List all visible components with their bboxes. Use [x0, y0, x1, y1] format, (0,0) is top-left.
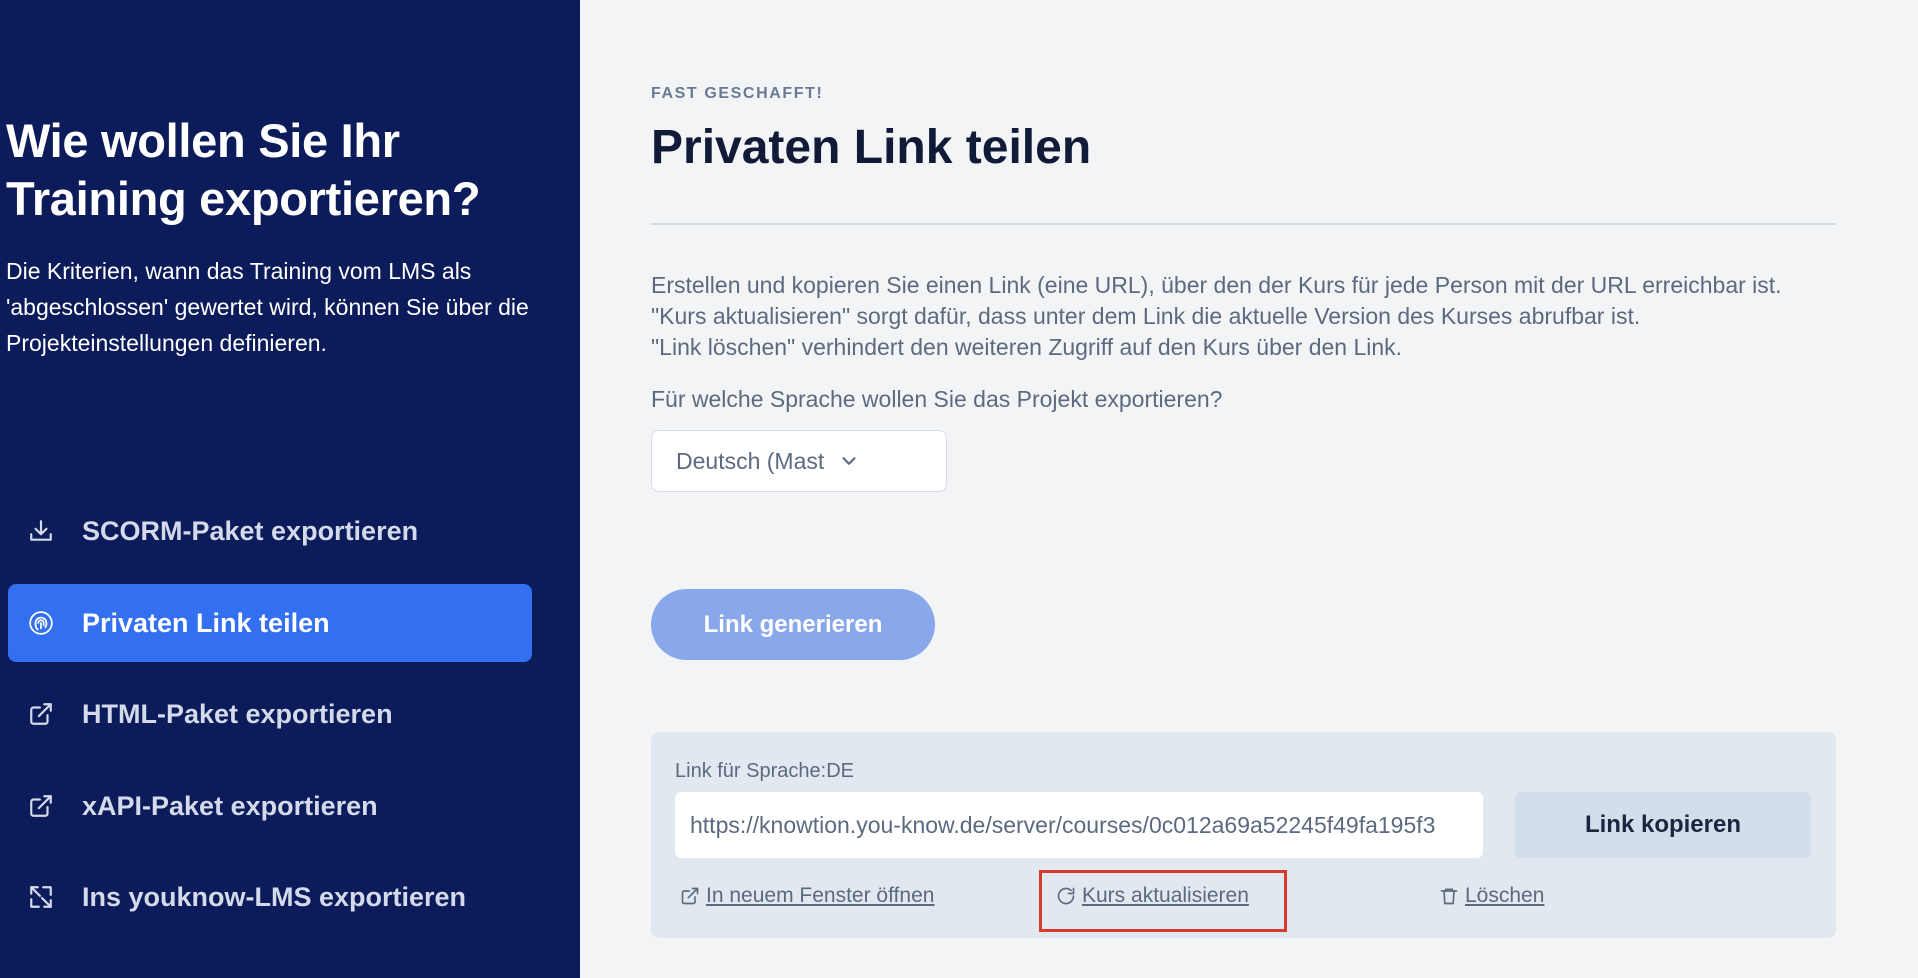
sidebar-item-html[interactable]: HTML-Paket exportieren [8, 675, 532, 753]
info-line: Erstellen und kopieren Sie einen Link (e… [651, 272, 1782, 298]
chevron-down-icon [842, 457, 856, 465]
external-link-icon [26, 699, 56, 729]
sidebar-title: Wie wollen Sie Ihr Training exportieren? [6, 114, 481, 225]
sidebar: Wie wollen Sie Ihr Training exportieren?… [0, 0, 580, 978]
info-text: Erstellen und kopieren Sie einen Link (e… [651, 270, 1831, 363]
generate-link-button[interactable]: Link generieren [651, 589, 935, 660]
sidebar-item-xapi[interactable]: xAPI-Paket exportieren [8, 767, 532, 845]
sidebar-item-label: Ins youknow-LMS exportieren [82, 881, 467, 912]
sidebar-item-label: Privaten Link teilen [82, 607, 330, 638]
divider [651, 223, 1836, 225]
sidebar-item-label: HTML-Paket exportieren [82, 698, 393, 729]
fingerprint-icon [26, 608, 56, 638]
copy-link-button[interactable]: Link kopieren [1515, 792, 1811, 858]
language-question: Für welche Sprache wollen Sie das Projek… [651, 386, 1223, 412]
external-link-icon [681, 887, 699, 905]
delete-label: Löschen [1465, 884, 1545, 907]
trash-icon [1440, 888, 1458, 905]
open-new-window-label: In neuem Fenster öffnen [706, 884, 935, 907]
download-icon [26, 516, 56, 546]
sidebar-item-label: xAPI-Paket exportieren [82, 790, 378, 821]
language-selected-value: Deutsch (Mast [676, 447, 825, 474]
sidebar-item-label: SCORM-Paket exportieren [82, 515, 419, 546]
eyebrow-label: FAST GESCHAFFT! [651, 85, 824, 102]
language-select[interactable]: Deutsch (Mast [651, 430, 947, 492]
page-title: Privaten Link teilen [651, 121, 1092, 174]
external-link-icon [26, 791, 56, 821]
info-line: "Link löschen" verhindert den weiteren Z… [651, 334, 1403, 360]
main-content: FAST GESCHAFFT! Privaten Link teilen Ers… [580, 0, 1918, 978]
link-url-field[interactable]: https://knowtion.you-know.de/server/cour… [675, 792, 1483, 858]
link-language-label: Link für Sprache:DE [675, 760, 854, 782]
open-new-window-link[interactable]: In neuem Fenster öffnen [680, 884, 934, 908]
sidebar-item-scorm[interactable]: SCORM-Paket exportieren [8, 492, 532, 570]
sidebar-item-private-link[interactable]: Privaten Link teilen [8, 584, 532, 662]
sidebar-item-youknow-lms[interactable]: Ins youknow-LMS exportieren [8, 858, 532, 936]
highlight-box [1039, 870, 1287, 932]
transfer-icon [26, 882, 56, 912]
sidebar-description: Die Kriterien, wann das Training vom LMS… [6, 258, 529, 356]
delete-link[interactable]: Löschen [1439, 884, 1544, 908]
info-line: "Kurs aktualisieren" sorgt dafür, dass u… [651, 303, 1641, 329]
